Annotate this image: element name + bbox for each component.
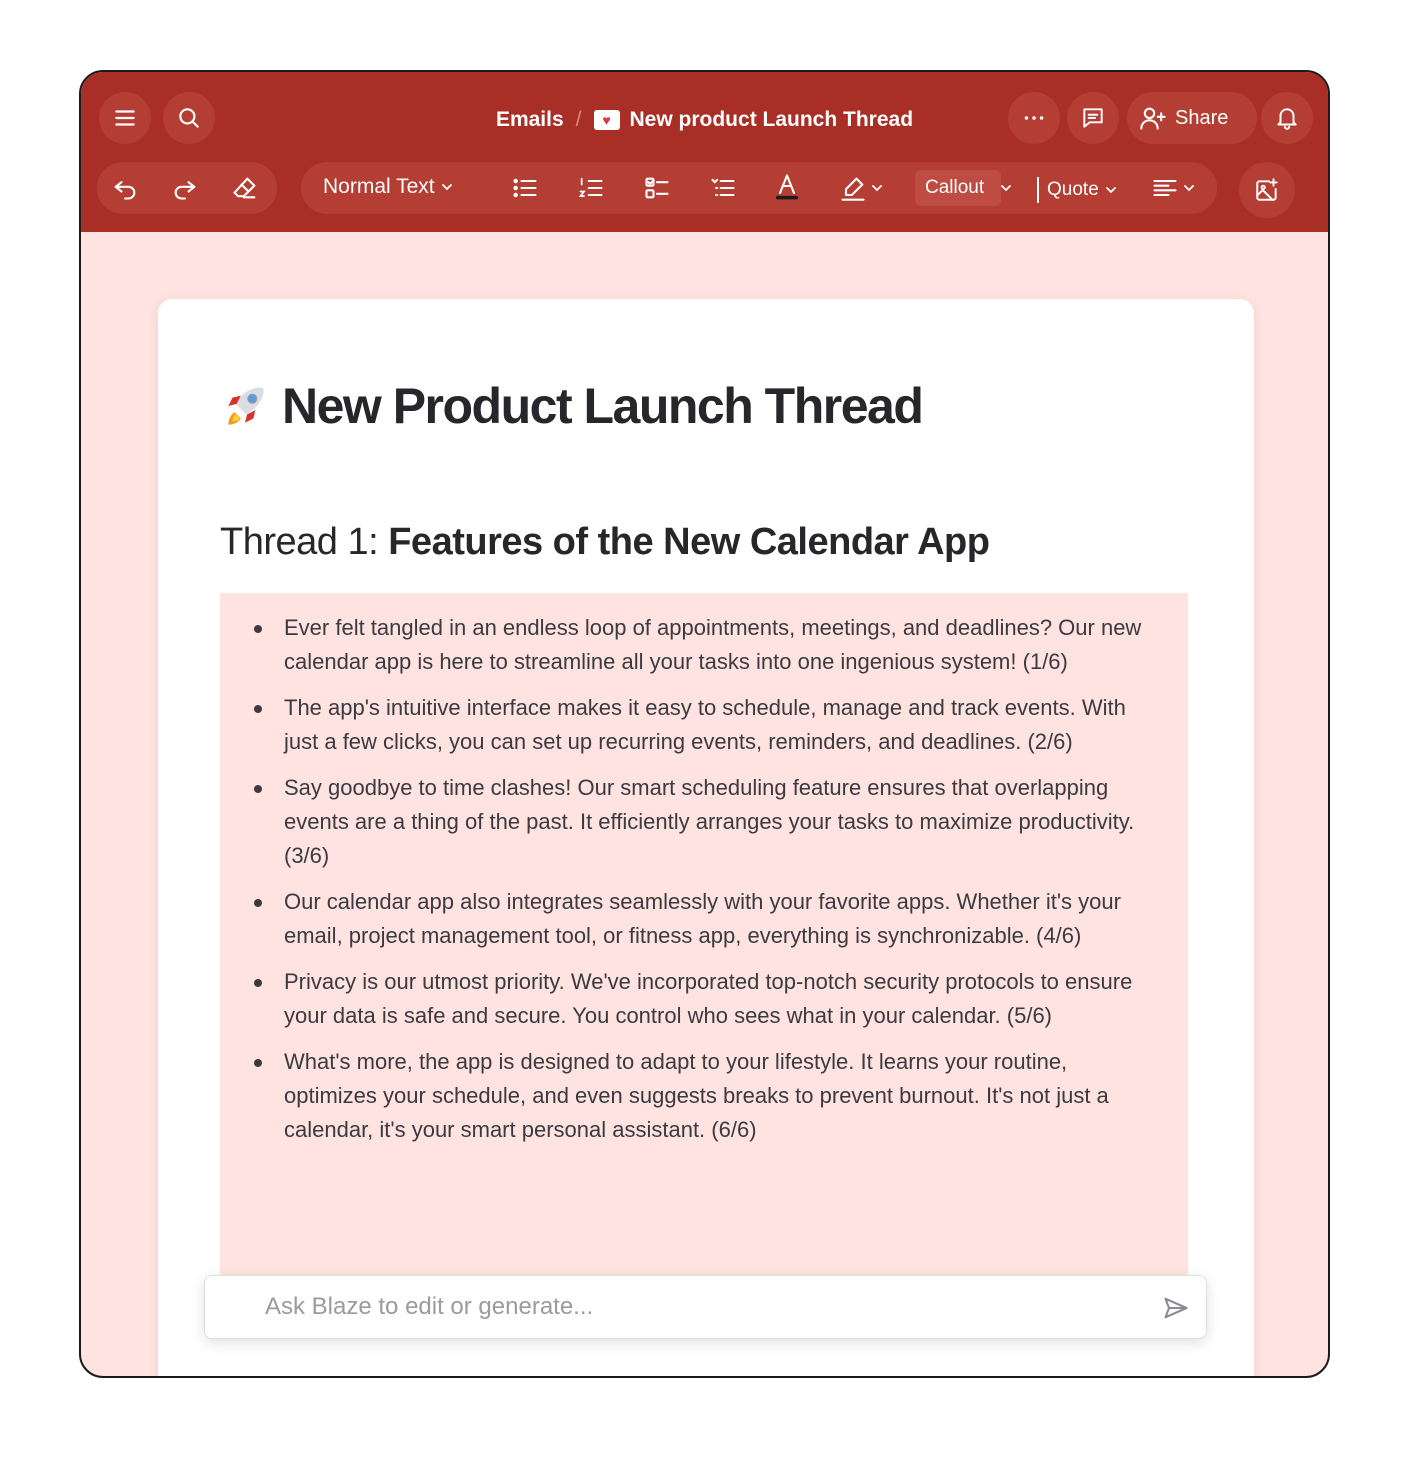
thread-prefix: Thread 1: xyxy=(220,521,389,563)
list-item[interactable]: Our calendar app also integrates seamles… xyxy=(254,885,1164,953)
notifications-button[interactable] xyxy=(1261,92,1313,144)
app-window: Emails / ♥ New product Launch Thread Sha… xyxy=(79,70,1330,1378)
redo-button[interactable] xyxy=(171,174,199,202)
callout-label: Callout xyxy=(925,177,985,198)
more-options-button[interactable] xyxy=(1008,92,1060,144)
chevron-down-icon xyxy=(441,184,452,191)
quote-bar-icon xyxy=(1037,177,1039,203)
format-toolbar: Normal Text Callout Quote xyxy=(301,162,1217,214)
ellipsis-icon xyxy=(1024,116,1044,120)
text-color-icon xyxy=(775,174,799,200)
align-left-icon xyxy=(1153,179,1177,197)
redo-icon xyxy=(174,181,196,200)
ask-blaze-input[interactable] xyxy=(265,1293,1125,1321)
list-item[interactable]: Say goodbye to time clashes! Our smart s… xyxy=(254,771,1164,873)
breadcrumb-separator: / xyxy=(575,108,582,131)
share-button[interactable]: Share xyxy=(1127,92,1257,144)
align-button[interactable] xyxy=(1151,174,1179,202)
text-style-dropdown[interactable]: Normal Text xyxy=(323,175,455,199)
chevron-down-icon xyxy=(1184,185,1194,192)
send-icon[interactable] xyxy=(1162,1294,1190,1322)
chevron-down-icon xyxy=(1105,187,1116,194)
document-title-text: New Product Launch Thread xyxy=(282,378,924,434)
quote-label: Quote xyxy=(1047,179,1099,200)
breadcrumb-current[interactable]: New product Launch Thread xyxy=(630,108,914,132)
heart-letter-icon: ♥ xyxy=(593,110,620,130)
comment-icon xyxy=(1083,108,1103,128)
checklist-icon xyxy=(645,177,669,199)
bullet-list-button[interactable] xyxy=(511,174,539,202)
text-color-button[interactable] xyxy=(773,172,801,200)
undo-button[interactable] xyxy=(111,174,139,202)
list-item[interactable]: Ever felt tangled in an endless loop of … xyxy=(254,611,1164,679)
thread-heading[interactable]: Thread 1: Features of the New Calendar A… xyxy=(220,521,990,564)
quote-dropdown[interactable]: Quote xyxy=(1037,177,1119,203)
top-bar: Emails / ♥ New product Launch Thread Sha… xyxy=(81,72,1328,232)
list-item[interactable]: Privacy is our utmost priority. We've in… xyxy=(254,965,1164,1033)
clear-format-button[interactable] xyxy=(231,174,259,202)
add-user-icon xyxy=(1140,107,1166,130)
toggle-list-button[interactable] xyxy=(709,174,737,202)
highlighter-icon xyxy=(841,177,865,201)
thread-title: Features of the New Calendar App xyxy=(388,521,990,563)
callout-block[interactable]: Ever felt tangled in an endless loop of … xyxy=(220,593,1188,1293)
insert-image-button[interactable] xyxy=(1239,162,1295,218)
rocket-icon xyxy=(228,387,264,425)
document-title[interactable]: New Product Launch Thread xyxy=(220,377,924,435)
comments-button[interactable] xyxy=(1067,92,1119,144)
breadcrumb-parent[interactable]: Emails xyxy=(496,108,564,132)
checklist-button[interactable] xyxy=(643,174,671,202)
history-toolbar xyxy=(97,162,277,214)
bullet-list: Ever felt tangled in an endless loop of … xyxy=(220,593,1188,1147)
highlight-dropdown[interactable] xyxy=(869,180,885,196)
chevron-down-icon xyxy=(872,185,882,192)
numbered-list-icon xyxy=(578,177,603,198)
align-dropdown[interactable] xyxy=(1181,180,1197,196)
share-label: Share xyxy=(1175,106,1229,129)
add-image-icon xyxy=(1256,178,1278,201)
document-page: New Product Launch Thread Thread 1: Feat… xyxy=(158,299,1254,1376)
list-item[interactable]: What's more, the app is designed to adap… xyxy=(254,1045,1164,1147)
list-item[interactable]: The app's intuitive interface makes it e… xyxy=(254,691,1164,759)
eraser-icon xyxy=(233,177,256,199)
numbered-list-button[interactable] xyxy=(577,174,605,202)
highlight-button[interactable] xyxy=(839,174,867,202)
bell-icon xyxy=(1277,108,1297,130)
ask-blaze-bar xyxy=(204,1275,1207,1339)
callout-dropdown[interactable]: Callout xyxy=(925,177,1014,199)
undo-icon xyxy=(114,181,136,200)
text-style-label: Normal Text xyxy=(323,175,435,198)
bullet-list-icon xyxy=(513,178,537,198)
chevron-down-icon xyxy=(1001,185,1012,192)
toggle-list-icon xyxy=(711,178,735,197)
